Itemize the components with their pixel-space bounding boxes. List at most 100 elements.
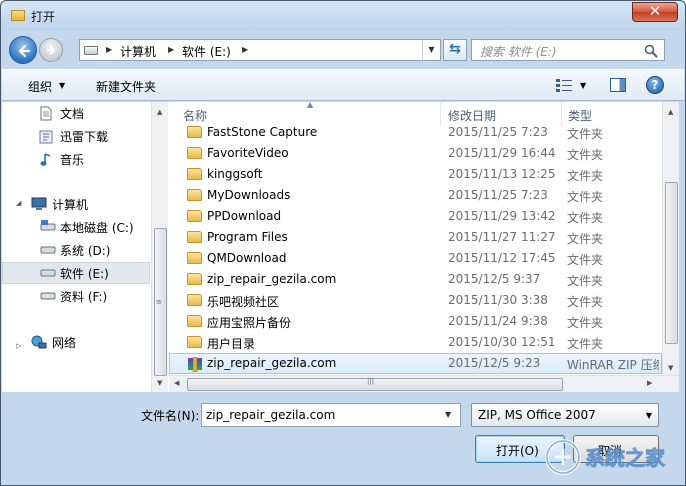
file-row[interactable]: PPDownload 2015/11/29 13:42 文件夹 <box>169 206 662 227</box>
sidebar-item-xunlei-downloads[interactable]: 迅雷下载 <box>2 125 150 147</box>
breadcrumb-computer[interactable]: 计算机 <box>120 43 156 60</box>
file-type: 文件夹 <box>567 148 604 162</box>
search-icon[interactable] <box>644 44 658 58</box>
back-button[interactable] <box>9 36 37 64</box>
search-placeholder: 搜索 软件 (E:) <box>480 45 557 59</box>
scroll-down-icon[interactable]: ▼ <box>157 379 162 387</box>
file-row[interactable]: QMDownload 2015/11/12 17:45 文件夹 <box>169 248 662 269</box>
filename-label: 文件名(N): <box>141 409 200 423</box>
folder-icon <box>187 231 202 243</box>
file-type: 文件夹 <box>567 190 604 204</box>
sidebar-item-network[interactable]: 网络 <box>10 331 158 353</box>
file-list-vertical-scrollbar[interactable]: ▲ ▼ <box>662 102 679 376</box>
arrow-left-icon <box>18 44 31 58</box>
open-file-dialog: 打开 ✕ ▶ 计算机 ▶ 软件 (E:) ▶ ▼ ⇆ 搜索 软件 (E:) 组织… <box>0 0 686 486</box>
computer-icon <box>31 197 47 210</box>
file-row[interactable]: 应用宝照片备份 2015/11/24 9:38 文件夹 <box>169 311 662 332</box>
file-name: QMDownload <box>207 251 287 265</box>
chevron-right-icon[interactable]: ▶ <box>242 45 248 54</box>
filename-input[interactable]: zip_repair_gezila.com <box>201 403 461 427</box>
file-type: 文件夹 <box>567 232 604 246</box>
scrollbar-thumb[interactable] <box>665 182 678 344</box>
file-row[interactable]: FastStone Capture 2015/11/25 7:23 文件夹 <box>169 122 662 143</box>
chevron-down-icon[interactable]: ▼ <box>580 81 586 90</box>
chevron-right-icon[interactable]: ▶ <box>106 45 112 54</box>
sidebar-item-music[interactable]: 音乐 <box>2 148 150 170</box>
file-type: 文件夹 <box>567 337 604 351</box>
folder-icon <box>187 294 202 306</box>
file-type: WinRAR ZIP 压缩 <box>567 358 659 372</box>
file-name: kinggsoft <box>207 167 263 181</box>
sidebar-item-label: 本地磁盘 (C:) <box>60 221 134 235</box>
scroll-up-icon[interactable]: ▲ <box>668 108 673 116</box>
file-list: 名称 ▲ 修改日期 类型 FastStone Capture 2015/11/2… <box>169 100 662 392</box>
address-history-dropdown[interactable]: ▼ <box>422 40 440 60</box>
folder-icon <box>187 168 202 180</box>
sidebar-item-label: 迅雷下载 <box>60 130 109 144</box>
scroll-right-icon[interactable]: ▶ <box>647 379 652 387</box>
chevron-down-icon[interactable]: ▼ <box>59 81 65 90</box>
sidebar-item-drive-e[interactable]: 软件 (E:) <box>2 262 150 284</box>
arrow-right-icon <box>46 45 55 55</box>
address-bar[interactable]: ▶ 计算机 ▶ 软件 (E:) ▶ ▼ <box>79 39 441 61</box>
view-options-icon[interactable] <box>556 78 572 92</box>
file-list-horizontal-scrollbar[interactable]: ◀ ||| ▶ <box>169 375 679 392</box>
folder-icon <box>187 273 202 285</box>
breadcrumb-drive-e[interactable]: 软件 (E:) <box>182 43 231 60</box>
file-name: FavoriteVideo <box>207 146 289 160</box>
folder-icon <box>187 126 202 138</box>
file-name: zip_repair_gezila.com <box>207 272 337 286</box>
file-type: 文件夹 <box>567 127 604 141</box>
help-icon[interactable]: ? <box>646 76 664 94</box>
forward-button[interactable] <box>39 38 63 62</box>
new-folder-button[interactable]: 新建文件夹 <box>96 78 156 95</box>
file-row[interactable]: 乐吧视频社区 2015/11/30 3:38 文件夹 <box>169 290 662 311</box>
sidebar-item-label: 文档 <box>60 107 85 121</box>
folder-icon <box>187 252 202 264</box>
file-name: PPDownload <box>207 209 282 223</box>
navigation-bar: ▶ 计算机 ▶ 软件 (E:) ▶ ▼ ⇆ 搜索 软件 (E:) <box>1 33 685 67</box>
sidebar-item-label: 音乐 <box>60 153 85 167</box>
scrollbar-thumb[interactable] <box>187 378 563 391</box>
organize-button[interactable]: 组织 <box>28 78 52 95</box>
file-name: Program Files <box>207 230 288 244</box>
file-row-selected[interactable]: zip_repair_gezila.com 2015/12/5 9:23 Win… <box>169 353 662 374</box>
window-title: 打开 <box>31 10 56 24</box>
scroll-down-icon[interactable]: ▼ <box>668 364 673 372</box>
navigation-pane-scrollbar[interactable]: ▲ ≡ ▼ <box>151 102 168 392</box>
file-name: 乐吧视频社区 <box>207 295 280 309</box>
drive-icon <box>40 246 56 254</box>
chevron-right-icon[interactable]: ▶ <box>168 45 174 54</box>
scroll-left-icon[interactable]: ◀ <box>174 379 179 387</box>
chevron-down-icon[interactable]: ▼ <box>646 411 652 420</box>
drive-icon <box>40 292 56 300</box>
file-row[interactable]: MyDownloads 2015/11/25 7:23 文件夹 <box>169 185 662 206</box>
file-type: 文件夹 <box>567 253 604 267</box>
folder-icon <box>187 147 202 159</box>
scroll-up-icon[interactable]: ▲ <box>157 108 162 116</box>
drive-icon <box>40 220 56 231</box>
file-row[interactable]: kinggsoft 2015/11/13 12:25 文件夹 <box>169 164 662 185</box>
file-type-select[interactable]: ZIP, MS Office 2007 ▼ <box>471 403 659 427</box>
close-button[interactable]: ✕ <box>632 2 678 22</box>
chevron-down-icon[interactable]: ▼ <box>445 410 451 419</box>
grip-icon: ≡ <box>156 298 162 306</box>
preview-pane-icon[interactable] <box>610 78 626 92</box>
file-row[interactable]: zip_repair_gezila.com 2015/12/5 9:37 文件夹 <box>169 269 662 290</box>
file-date: 2015/12/5 9:23 <box>448 356 541 370</box>
search-input[interactable]: 搜索 软件 (E:) <box>471 39 665 61</box>
sidebar-item-drive-f[interactable]: 资料 (F:) <box>2 285 150 307</box>
watermark-logo: 系统之家 <box>545 439 666 475</box>
folder-icon <box>187 336 202 348</box>
sidebar-item-computer[interactable]: 计算机 <box>10 193 158 215</box>
sidebar-item-drive-d[interactable]: 系统 (D:) <box>2 239 150 261</box>
file-row[interactable]: Program Files 2015/11/27 11:27 文件夹 <box>169 227 662 248</box>
file-row[interactable]: 用户目录 2015/10/30 12:51 文件夹 <box>169 332 662 353</box>
sidebar-item-documents[interactable]: 文档 <box>2 102 150 124</box>
file-date: 2015/11/25 7:23 <box>448 125 548 139</box>
file-row[interactable]: FavoriteVideo 2015/11/29 16:44 文件夹 <box>169 143 662 164</box>
file-name: 用户目录 <box>207 337 256 351</box>
sidebar-item-drive-c[interactable]: 本地磁盘 (C:) <box>2 216 150 238</box>
refresh-button[interactable]: ⇆ <box>443 39 467 61</box>
file-name: FastStone Capture <box>207 125 318 139</box>
